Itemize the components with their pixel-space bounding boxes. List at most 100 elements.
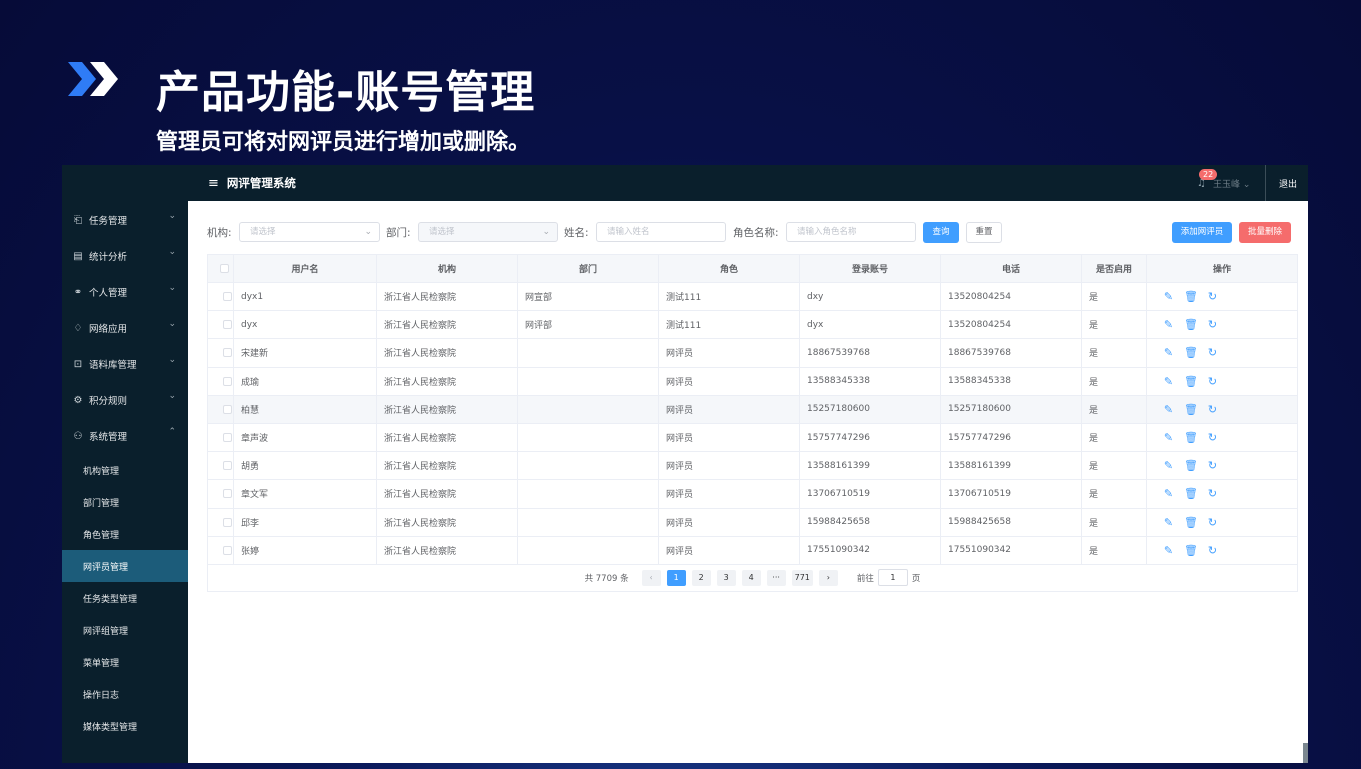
reset-password-icon[interactable]: ↻ bbox=[1206, 431, 1219, 444]
logout-button[interactable]: 退出 bbox=[1279, 177, 1297, 190]
row-checkbox[interactable] bbox=[223, 433, 232, 443]
column-header: 操作 bbox=[1212, 265, 1231, 275]
sidebar-item-3[interactable]: ⚭ 个人管理 ⌄ bbox=[62, 274, 188, 310]
sidebar-subitem-8[interactable]: 操作日志 bbox=[62, 678, 188, 710]
table-cell: 张婷 bbox=[234, 536, 377, 564]
edit-icon[interactable]: ✎ bbox=[1162, 318, 1175, 331]
page-button[interactable]: 1 bbox=[666, 569, 686, 586]
page-button[interactable]: 3 bbox=[716, 569, 736, 586]
edit-icon[interactable]: ✎ bbox=[1162, 487, 1175, 500]
row-checkbox[interactable] bbox=[223, 489, 232, 499]
name-input[interactable]: 请输入姓名 bbox=[596, 222, 726, 242]
sidebar-subitem-5[interactable]: 任务类型管理 bbox=[62, 582, 188, 614]
add-reviewer-button[interactable]: 添加网评员 bbox=[1172, 222, 1232, 243]
delete-icon[interactable]: 🗑 bbox=[1184, 459, 1198, 472]
sidebar-subitem-7[interactable]: 菜单管理 bbox=[62, 646, 188, 678]
edit-icon[interactable]: ✎ bbox=[1162, 290, 1175, 303]
sidebar-item-1[interactable]: ⎗ 任务管理 ⌄ bbox=[62, 202, 188, 238]
delete-icon[interactable]: 🗑 bbox=[1184, 516, 1198, 529]
scrollbar-thumb[interactable] bbox=[1303, 743, 1308, 763]
table-row[interactable]: 宋建新 浙江省人民检察院 网评员 18867539768 18867539768 是 ✎ 🗑 ↻ bbox=[208, 339, 1297, 368]
role-name-input[interactable]: 请输入角色名称 bbox=[786, 222, 916, 242]
batch-delete-button[interactable]: 批量删除 bbox=[1239, 222, 1291, 243]
reset-password-icon[interactable]: ↻ bbox=[1206, 290, 1219, 303]
sidebar-subitem-3[interactable]: 角色管理 bbox=[62, 518, 188, 550]
gear-icon: ⚙ bbox=[73, 394, 83, 406]
edit-icon[interactable]: ✎ bbox=[1162, 431, 1175, 444]
dept-select[interactable]: 请选择 ⌄ bbox=[418, 222, 558, 242]
table-row[interactable]: 章文军 浙江省人民检察院 网评员 13706710519 13706710519 是 ✎ 🗑 ↻ bbox=[208, 480, 1297, 509]
sidebar-item-6[interactable]: ⚙ 积分规则 ⌄ bbox=[62, 382, 188, 418]
table-row[interactable]: dyx1 浙江省人民检察院 网宣部 测试111 dxy 13520804254 是 ✎ 🗑 ↻ bbox=[208, 283, 1297, 312]
sidebar-item-5[interactable]: ⊡ 语料库管理 ⌄ bbox=[62, 346, 188, 382]
menu-toggle-icon[interactable]: ≡ bbox=[208, 176, 219, 191]
edit-icon[interactable]: ✎ bbox=[1162, 516, 1175, 529]
table-row[interactable]: 邱李 浙江省人民检察院 网评员 15988425658 15988425658 是 ✎ 🗑 ↻ bbox=[208, 508, 1297, 537]
next-page-button[interactable]: › bbox=[818, 569, 838, 586]
goto-suffix: 页 bbox=[911, 573, 921, 584]
row-checkbox[interactable] bbox=[223, 320, 232, 330]
page-button[interactable]: 771 bbox=[791, 569, 813, 586]
page-button[interactable]: 4 bbox=[741, 569, 761, 586]
delete-icon[interactable]: 🗑 bbox=[1184, 290, 1198, 303]
reset-password-icon[interactable]: ↻ bbox=[1206, 346, 1219, 359]
delete-icon[interactable]: 🗑 bbox=[1184, 403, 1198, 416]
sidebar-item-7[interactable]: ⚇ 系统管理 ⌃ bbox=[62, 418, 188, 454]
delete-icon[interactable]: 🗑 bbox=[1184, 487, 1198, 500]
table-row[interactable]: 柏慧 浙江省人民检察院 网评员 15257180600 15257180600 是 ✎ 🗑 ↻ bbox=[208, 395, 1297, 424]
select-all-checkbox[interactable] bbox=[220, 264, 229, 273]
chevron-icon: ⌄ bbox=[168, 283, 176, 293]
edit-icon[interactable]: ✎ bbox=[1162, 544, 1175, 557]
reset-password-icon[interactable]: ↻ bbox=[1206, 459, 1219, 472]
edit-icon[interactable]: ✎ bbox=[1162, 459, 1175, 472]
row-checkbox[interactable] bbox=[223, 545, 232, 555]
page-button[interactable]: ··· bbox=[766, 569, 786, 586]
user-menu[interactable]: 王玉峰 ⌄ bbox=[1213, 177, 1250, 190]
prev-page-button[interactable]: ‹ bbox=[641, 569, 661, 586]
table-row[interactable]: 成瑜 浙江省人民检察院 网评员 13588345338 13588345338 是 ✎ 🗑 ↻ bbox=[208, 367, 1297, 396]
delete-icon[interactable]: 🗑 bbox=[1184, 431, 1198, 444]
delete-icon[interactable]: 🗑 bbox=[1184, 375, 1198, 388]
row-checkbox[interactable] bbox=[223, 348, 232, 358]
table-cell: 15757747296 bbox=[941, 423, 1082, 452]
reset-password-icon[interactable]: ↻ bbox=[1206, 375, 1219, 388]
sidebar-subitem-9[interactable]: 媒体类型管理 bbox=[62, 710, 188, 742]
goto-page-input[interactable]: 1 bbox=[877, 569, 908, 587]
page-button[interactable]: 2 bbox=[691, 569, 711, 586]
column-header: 机构 bbox=[377, 255, 518, 282]
table-cell: 浙江省人民检察院 bbox=[377, 395, 518, 423]
reset-password-icon[interactable]: ↻ bbox=[1206, 487, 1219, 500]
edit-icon[interactable]: ✎ bbox=[1162, 375, 1175, 388]
table-cell: 柏慧 bbox=[234, 395, 377, 423]
row-checkbox[interactable] bbox=[223, 292, 232, 302]
delete-icon[interactable]: 🗑 bbox=[1184, 346, 1198, 359]
table-row[interactable]: 胡勇 浙江省人民检察院 网评员 13588161399 13588161399 是 ✎ 🗑 ↻ bbox=[208, 452, 1297, 481]
document-icon: ▤ bbox=[73, 250, 83, 262]
edit-icon[interactable]: ✎ bbox=[1162, 346, 1175, 359]
sidebar-subitem-6[interactable]: 网评组管理 bbox=[62, 614, 188, 646]
sidebar-subitem-2[interactable]: 部门管理 bbox=[62, 486, 188, 518]
delete-icon[interactable]: 🗑 bbox=[1184, 544, 1198, 557]
sidebar-subitem-4[interactable]: 网评员管理 bbox=[62, 550, 188, 582]
delete-icon[interactable]: 🗑 bbox=[1184, 318, 1198, 331]
reset-password-icon[interactable]: ↻ bbox=[1206, 516, 1219, 529]
reset-password-icon[interactable]: ↻ bbox=[1206, 403, 1219, 416]
table-cell: 网评员 bbox=[659, 423, 800, 452]
sidebar-subitem-1[interactable]: 机构管理 bbox=[62, 454, 188, 486]
edit-icon[interactable]: ✎ bbox=[1162, 403, 1175, 416]
org-select[interactable]: 请选择 ⌄ bbox=[239, 222, 380, 242]
sidebar-item-2[interactable]: ▤ 统计分析 ⌄ bbox=[62, 238, 188, 274]
row-checkbox[interactable] bbox=[223, 404, 232, 414]
reset-button[interactable]: 重置 bbox=[966, 222, 1002, 243]
table-row[interactable]: dyx 浙江省人民检察院 网评部 测试111 dyx 13520804254 是 ✎ 🗑 ↻ bbox=[208, 311, 1297, 340]
chevron-icon: ⌄ bbox=[168, 355, 176, 365]
row-checkbox[interactable] bbox=[223, 461, 232, 471]
table-row[interactable]: 张婷 浙江省人民检察院 网评员 17551090342 17551090342 是 ✎ 🗑 ↻ bbox=[208, 536, 1297, 565]
row-checkbox[interactable] bbox=[223, 517, 232, 527]
reset-password-icon[interactable]: ↻ bbox=[1206, 544, 1219, 557]
reset-password-icon[interactable]: ↻ bbox=[1206, 318, 1219, 331]
sidebar-item-4[interactable]: ♢ 网络应用 ⌄ bbox=[62, 310, 188, 346]
query-button[interactable]: 查询 bbox=[923, 222, 959, 243]
row-checkbox[interactable] bbox=[223, 376, 232, 386]
table-row[interactable]: 章声波 浙江省人民检察院 网评员 15757747296 15757747296 是 ✎ 🗑 ↻ bbox=[208, 423, 1297, 453]
